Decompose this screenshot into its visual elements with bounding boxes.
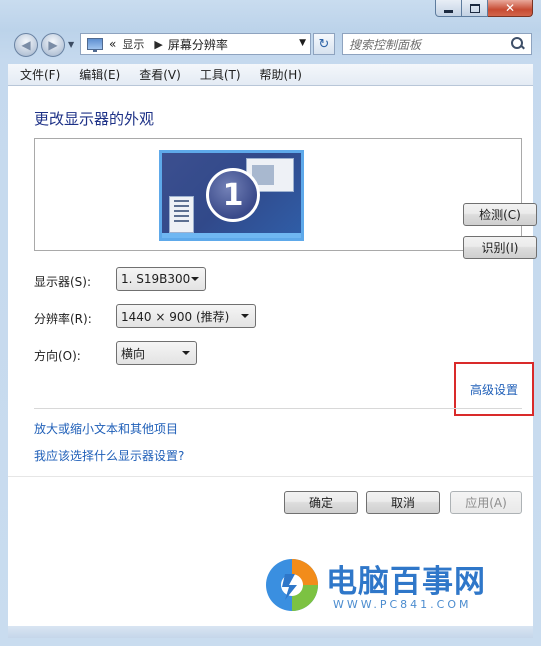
display-settings-help-link[interactable]: 我应该选择什么显示器设置? bbox=[34, 447, 184, 464]
minimize-button[interactable] bbox=[435, 0, 462, 17]
orientation-select-value: 横向 bbox=[121, 346, 146, 361]
divider bbox=[34, 408, 522, 409]
display-select-value: 1. S19B300 bbox=[121, 272, 191, 286]
maximize-button[interactable] bbox=[462, 0, 488, 17]
breadcrumb-prefix[interactable]: « bbox=[109, 37, 116, 51]
window-bottom-frame bbox=[8, 626, 533, 638]
watermark-title: 电脑百事网 bbox=[326, 564, 486, 600]
menu-help[interactable]: 帮助(H) bbox=[248, 66, 309, 83]
menu-view[interactable]: 查看(V) bbox=[127, 66, 188, 83]
back-arrow-icon: ◀ bbox=[21, 38, 31, 52]
apply-button[interactable]: 应用(A) bbox=[450, 491, 522, 514]
maximize-icon bbox=[469, 3, 480, 13]
control-panel-icon bbox=[87, 38, 103, 52]
search-box[interactable]: 搜索控制面板 bbox=[342, 33, 532, 55]
cancel-button[interactable]: 取消 bbox=[366, 491, 440, 514]
menu-tools[interactable]: 工具(T) bbox=[188, 66, 248, 83]
resolution-select[interactable]: 1440 × 900 (推荐) bbox=[116, 304, 256, 328]
refresh-button[interactable]: ↻ bbox=[313, 33, 335, 55]
minimize-icon bbox=[444, 9, 453, 13]
address-dropdown-icon[interactable]: ▼ bbox=[299, 38, 306, 48]
back-button[interactable]: ◀ bbox=[14, 33, 38, 57]
chevron-down-icon bbox=[241, 314, 249, 318]
recent-pages-dropdown-icon[interactable]: ▼ bbox=[68, 40, 74, 49]
taskbar-strip bbox=[162, 233, 301, 238]
resolution-label: 分辨率(R): bbox=[34, 312, 92, 326]
display-label: 显示器(S): bbox=[34, 275, 92, 289]
close-icon: ✕ bbox=[504, 1, 516, 15]
breadcrumb-item-resolution[interactable]: 屏幕分辨率 bbox=[168, 36, 228, 53]
search-icon[interactable] bbox=[511, 37, 525, 51]
monitor-1-thumbnail[interactable]: 1 bbox=[159, 150, 304, 241]
refresh-icon: ↻ bbox=[318, 36, 330, 52]
address-bar[interactable]: « 显示 ▶ 屏幕分辨率 ▼ bbox=[80, 33, 311, 55]
forward-button[interactable]: ▶ bbox=[41, 33, 65, 57]
watermark-logo-icon bbox=[266, 559, 318, 611]
content-pane: 更改显示器的外观 1 检测(C) 识别(I) 显示器(S): 1. S19B30… bbox=[8, 86, 537, 626]
orientation-label: 方向(O): bbox=[34, 349, 81, 363]
watermark-url: WWW.PC841.COM bbox=[333, 598, 472, 611]
detect-button[interactable]: 检测(C) bbox=[463, 203, 537, 226]
display-select[interactable]: 1. S19B300 bbox=[116, 267, 206, 291]
chevron-down-icon bbox=[182, 351, 190, 355]
menu-edit[interactable]: 编辑(E) bbox=[67, 66, 127, 83]
ok-button[interactable]: 确定 bbox=[284, 491, 358, 514]
caption-buttons: ✕ bbox=[435, 0, 533, 18]
chevron-down-icon bbox=[191, 277, 199, 281]
breadcrumb-item-display[interactable]: 显示 bbox=[122, 36, 144, 52]
text-size-link[interactable]: 放大或缩小文本和其他项目 bbox=[34, 420, 178, 437]
mini-window-icon bbox=[169, 196, 194, 233]
page-title: 更改显示器的外观 bbox=[34, 110, 155, 128]
forward-arrow-icon: ▶ bbox=[48, 38, 58, 52]
breadcrumb-separator-icon[interactable]: ▶ bbox=[154, 38, 162, 51]
orientation-select[interactable]: 横向 bbox=[116, 341, 197, 365]
close-button[interactable]: ✕ bbox=[488, 0, 533, 17]
monitor-preview: 1 检测(C) 识别(I) bbox=[34, 138, 537, 259]
divider bbox=[8, 476, 533, 477]
menu-bar: 文件(F) 编辑(E) 查看(V) 工具(T) 帮助(H) bbox=[8, 64, 533, 86]
monitor-number-badge: 1 bbox=[206, 168, 260, 222]
identify-button[interactable]: 识别(I) bbox=[463, 236, 537, 259]
control-panel-window: ✕ ◀ ▶ ▼ « 显示 ▶ 屏幕分辨率 ▼ ↻ 搜索控制面板 文件(F) 编辑… bbox=[0, 0, 541, 646]
search-input[interactable]: 搜索控制面板 bbox=[349, 36, 511, 53]
resolution-select-value: 1440 × 900 (推荐) bbox=[121, 309, 230, 324]
advanced-settings-link[interactable]: 高级设置 bbox=[470, 381, 518, 398]
menu-file[interactable]: 文件(F) bbox=[8, 66, 67, 83]
